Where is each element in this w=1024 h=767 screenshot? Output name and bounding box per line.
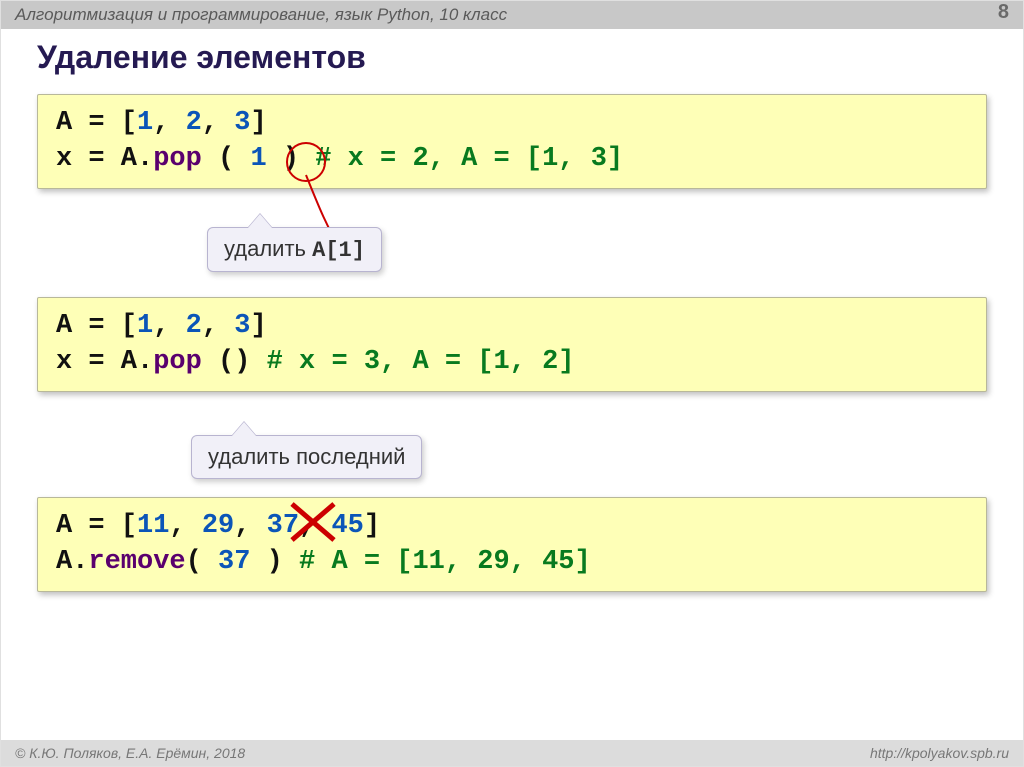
slide-body: A = [1, 2, 3] x = A.pop ( 1 ) # x = 2, A… — [1, 94, 1023, 592]
code-line: A = [1, 2, 3] — [56, 105, 968, 141]
site-url: http://kpolyakov.spb.ru — [870, 745, 1009, 761]
breadcrumb: Алгоритмизация и программирование, язык … — [15, 5, 507, 25]
slide-title: Удаление элементов — [1, 29, 1023, 86]
code-block-pop-index: A = [1, 2, 3] x = A.pop ( 1 ) # x = 2, A… — [37, 94, 987, 189]
code-line: A = [1, 2, 3] — [56, 308, 968, 344]
code-line: A.remove( 37 ) # A = [11, 29, 45] — [56, 544, 968, 580]
slide-header: Алгоритмизация и программирование, язык … — [1, 1, 1023, 29]
page-number: 8 — [998, 1, 1009, 24]
callout-delete-index: удалить A[1] — [207, 227, 382, 272]
code-line: x = A.pop () # x = 3, A = [1, 2] — [56, 344, 968, 380]
code-line: x = A.pop ( 1 ) # x = 2, A = [1, 3] — [56, 141, 968, 177]
code-block-remove: A = [11, 29, 37, 45] A.remove( 37 ) # A … — [37, 497, 987, 592]
callout-delete-last: удалить последний — [191, 435, 422, 479]
code-block-pop-last: A = [1, 2, 3] x = A.pop () # x = 3, A = … — [37, 297, 987, 392]
code-line: A = [11, 29, 37, 45] — [56, 508, 968, 544]
copyright: © К.Ю. Поляков, Е.А. Ерёмин, 2018 — [15, 745, 245, 761]
slide-footer: © К.Ю. Поляков, Е.А. Ерёмин, 2018 http:/… — [1, 740, 1023, 766]
